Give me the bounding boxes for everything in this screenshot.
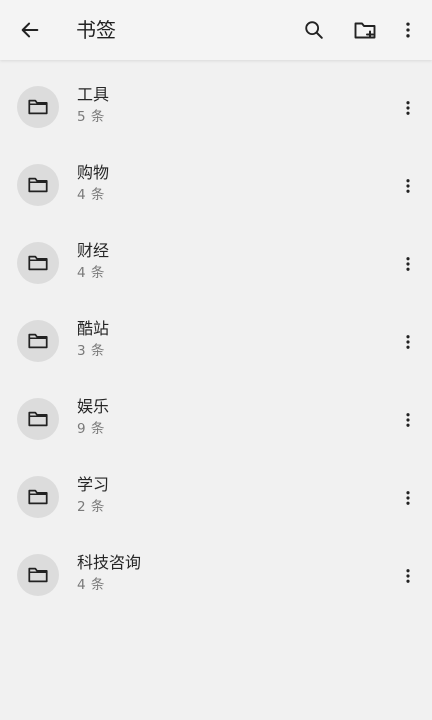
more-vertical-icon [406, 335, 410, 349]
folder-avatar [17, 164, 59, 206]
folder-name: 科技咨询 [77, 553, 142, 572]
more-vertical-icon [406, 101, 410, 115]
folder-more-button[interactable] [393, 327, 423, 357]
folder-row[interactable]: 购物 4 条 [0, 138, 432, 216]
folder-name: 财经 [77, 241, 110, 260]
page-title: 书签 [76, 18, 116, 42]
more-vertical-icon [406, 491, 410, 505]
folder-icon [28, 255, 48, 271]
folder-row[interactable]: 酷站 3 条 [0, 294, 432, 372]
folder-name: 娱乐 [77, 397, 110, 416]
folder-name: 购物 [77, 163, 110, 182]
folder-plus-icon [354, 22, 376, 39]
search-button[interactable] [294, 10, 334, 50]
folder-count: 3 条 [77, 343, 105, 359]
top-app-bar: 书签 [0, 0, 432, 60]
folder-icon [28, 489, 48, 505]
bookmarks-screen: 书签 工具 5 条 购物 4 条 财经 4 条 酷站 3 条 娱乐 9 条 学习… [0, 0, 432, 720]
folder-row[interactable]: 科技咨询 4 条 [0, 528, 432, 606]
more-vertical-icon [406, 569, 410, 583]
more-vertical-icon [406, 257, 410, 271]
folder-avatar [17, 398, 59, 440]
new-folder-button[interactable] [345, 10, 385, 50]
folder-icon [28, 177, 48, 193]
folder-more-button[interactable] [393, 171, 423, 201]
folder-icon [28, 567, 48, 583]
folder-more-button[interactable] [393, 93, 423, 123]
folder-count: 9 条 [77, 421, 105, 437]
more-vertical-icon [406, 22, 410, 38]
folder-count: 4 条 [77, 577, 105, 593]
folder-name: 酷站 [77, 319, 110, 338]
folder-icon [28, 411, 48, 427]
folder-more-button[interactable] [393, 405, 423, 435]
more-vertical-icon [406, 179, 410, 193]
folder-avatar [17, 86, 59, 128]
overflow-menu-button[interactable] [388, 10, 428, 50]
folder-more-button[interactable] [393, 561, 423, 591]
folder-avatar [17, 554, 59, 596]
folder-more-button[interactable] [393, 249, 423, 279]
folder-row[interactable]: 学习 2 条 [0, 450, 432, 528]
folder-avatar [17, 320, 59, 362]
folder-icon [28, 99, 48, 115]
folder-row[interactable]: 娱乐 9 条 [0, 372, 432, 450]
folder-name: 工具 [77, 85, 110, 104]
folder-more-button[interactable] [393, 483, 423, 513]
more-vertical-icon [406, 413, 410, 427]
folder-avatar [17, 242, 59, 284]
back-button[interactable] [10, 10, 50, 50]
folder-avatar [17, 476, 59, 518]
folder-row[interactable]: 工具 5 条 [0, 60, 432, 138]
folder-name: 学习 [77, 475, 110, 494]
search-icon [305, 21, 323, 39]
folder-icon [28, 333, 48, 349]
folder-count: 2 条 [77, 499, 105, 515]
folder-row[interactable]: 财经 4 条 [0, 216, 432, 294]
folder-count: 4 条 [77, 265, 105, 281]
folder-list: 工具 5 条 购物 4 条 财经 4 条 酷站 3 条 娱乐 9 条 学习 2 … [0, 60, 432, 606]
folder-count: 4 条 [77, 187, 105, 203]
arrow-left-icon [21, 22, 39, 38]
folder-count: 5 条 [77, 109, 105, 125]
